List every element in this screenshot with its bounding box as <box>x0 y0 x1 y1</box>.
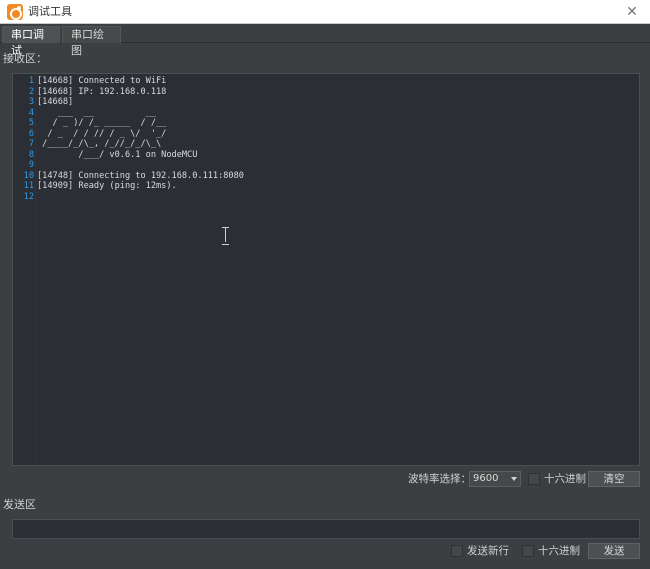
line-text: /___/ v0.6.1 on NodeMCU <box>37 149 198 160</box>
send-newline-checkbox[interactable] <box>451 545 463 557</box>
line-number: 5 <box>28 118 34 128</box>
receive-hex-label: 十六进制 <box>544 473 586 485</box>
tab-bar: 串口调试 串口绘图 <box>0 24 650 57</box>
send-hex-label: 十六进制 <box>538 545 580 557</box>
baud-rate-label: 波特率选择： <box>408 473 471 485</box>
receive-line: 5 / _ )/ /_ _____ / /__ <box>13 118 639 129</box>
receive-line: 11 [14909] Ready (ping: 12ms). <box>13 181 639 192</box>
receive-line: 10 [14748] Connecting to 192.168.0.111:80… <box>13 171 639 182</box>
line-text: [14909] Ready (ping: 12ms). <box>37 181 177 191</box>
app-logo-icon <box>7 4 23 20</box>
line-text: / _ / / // / _ \/ '_/ <box>37 128 167 139</box>
line-number: 3 <box>28 97 34 107</box>
receive-line: 4 ___ __ __ <box>13 108 639 119</box>
baud-rate-select[interactable]: 9600 <box>469 471 521 487</box>
line-number: 12 <box>23 191 34 202</box>
tab-serial-debug[interactable]: 串口调试 <box>2 26 60 57</box>
line-number: 1 <box>28 76 34 86</box>
receive-line: 6 / _ / / // / _ \/ '_/ <box>13 129 639 140</box>
chevron-down-icon <box>511 477 517 481</box>
line-number: 8 <box>28 149 34 160</box>
clear-button[interactable]: 清空 <box>588 471 640 487</box>
line-text: / _ )/ /_ _____ / /__ <box>37 118 167 128</box>
line-number: 7 <box>28 139 34 149</box>
line-number: 10 <box>23 170 34 181</box>
send-hex-checkbox[interactable] <box>522 545 534 557</box>
receive-line: 3 [14668] <box>13 97 639 108</box>
line-text: [14668] <box>37 97 74 107</box>
send-input[interactable] <box>12 519 640 539</box>
window-title: 调试工具 <box>28 5 72 18</box>
receive-line: 9 <box>13 160 639 171</box>
send-area-label: 发送区 <box>3 498 36 511</box>
line-number: 9 <box>28 160 34 170</box>
send-newline-label: 发送新行 <box>467 545 509 557</box>
text-cursor-icon <box>221 227 231 245</box>
send-button[interactable]: 发送 <box>588 543 640 559</box>
line-text: [14748] Connecting to 192.168.0.111:8080 <box>37 170 244 181</box>
baud-rate-value: 9600 <box>473 473 499 484</box>
receive-line: 12 <box>13 192 639 203</box>
tab-serial-plot[interactable]: 串口绘图 <box>62 26 121 57</box>
line-number: 6 <box>28 128 34 139</box>
close-icon[interactable]: ✕ <box>622 2 642 22</box>
receive-hex-checkbox[interactable] <box>528 473 540 485</box>
line-text: [14668] IP: 192.168.0.118 <box>37 86 167 97</box>
line-number: 4 <box>28 107 34 118</box>
receive-lines: 1 [14668] Connected to WiFi 2 [14668] IP: 1… <box>13 76 639 202</box>
receive-line: 2 [14668] IP: 192.168.0.118 <box>13 87 639 98</box>
receive-line: 7 /____/_/\_, /_//_/_/\_\ <box>13 139 639 150</box>
line-text: /____/_/\_, /_//_/_/\_\ <box>37 139 162 149</box>
line-text: [14668] Connected to WiFi <box>37 76 167 86</box>
line-number: 2 <box>28 86 34 97</box>
line-number: 11 <box>23 181 34 191</box>
line-text: ___ __ __ <box>37 107 156 118</box>
receive-line: 8 /___/ v0.6.1 on NodeMCU <box>13 150 639 161</box>
title-bar: 调试工具 ✕ <box>0 0 650 24</box>
receive-line: 1 [14668] Connected to WiFi <box>13 76 639 87</box>
receive-textarea[interactable]: 1 [14668] Connected to WiFi 2 [14668] IP: 1… <box>12 73 640 466</box>
receive-area-label: 接收区： <box>3 52 47 65</box>
